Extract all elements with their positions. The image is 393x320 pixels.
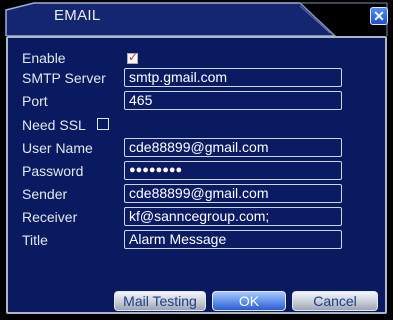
mail-testing-button[interactable]: Mail Testing xyxy=(114,291,206,311)
enable-checkbox[interactable] xyxy=(127,50,138,64)
smtp-server-label: SMTP Server xyxy=(22,70,106,86)
close-button[interactable]: ✕ xyxy=(370,7,388,25)
port-label: Port xyxy=(22,93,48,109)
cancel-button[interactable]: Cancel xyxy=(292,291,378,311)
enable-label: Enable xyxy=(22,50,66,66)
receiver-field[interactable]: kf@sanncegroup.com; xyxy=(124,207,342,226)
dialog-title: EMAIL xyxy=(54,7,101,24)
user-name-field[interactable]: cde88899@gmail.com xyxy=(124,138,342,157)
password-field[interactable]: ●●●●●●●● xyxy=(124,161,342,180)
title-label: Title xyxy=(22,232,48,248)
need-ssl-checkbox[interactable] xyxy=(97,118,109,130)
receiver-label: Receiver xyxy=(22,209,78,225)
title-field[interactable]: Alarm Message xyxy=(124,230,342,249)
sender-label: Sender xyxy=(22,186,68,202)
email-dialog: EMAIL ✕ Enable SMTP Server smtp.gmail.co… xyxy=(0,0,393,320)
need-ssl-label: Need SSL xyxy=(22,117,86,133)
ok-button[interactable]: OK xyxy=(212,291,286,311)
password-label: Password xyxy=(22,163,84,179)
sender-field[interactable]: cde88899@gmail.com xyxy=(124,184,342,203)
smtp-server-field[interactable]: smtp.gmail.com xyxy=(124,68,342,87)
user-name-label: User Name xyxy=(22,140,93,156)
port-field[interactable]: 465 xyxy=(124,91,342,110)
